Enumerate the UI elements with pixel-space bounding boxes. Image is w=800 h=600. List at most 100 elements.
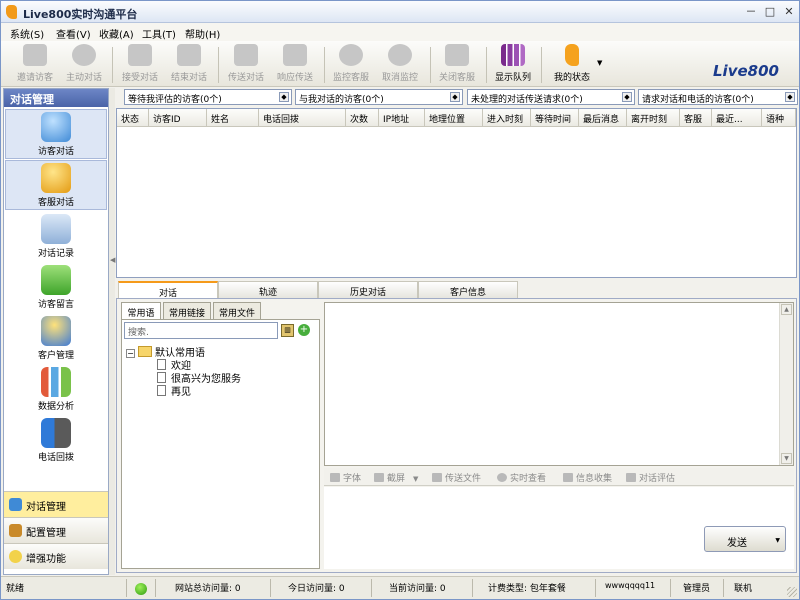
- maximize-button[interactable]: □: [763, 5, 777, 18]
- minimize-button[interactable]: －: [744, 5, 758, 18]
- resize-grip-icon[interactable]: [787, 587, 797, 597]
- menu-system[interactable]: 系统(S): [10, 26, 44, 41]
- collapse-node-icon[interactable]: −: [126, 349, 135, 358]
- col-header-visitor-id[interactable]: 访客ID: [149, 109, 207, 127]
- phrase-search-input[interactable]: 搜索.: [124, 322, 278, 339]
- scroll-down-icon[interactable]: ▼: [781, 453, 792, 464]
- toolbar-separator: [112, 47, 113, 83]
- close-agent-button[interactable]: 关闭客服: [433, 44, 481, 86]
- chat-scrollbar[interactable]: ▲ ▼: [779, 303, 793, 465]
- send-button[interactable]: 发送 ▼: [704, 526, 786, 552]
- dropdown-arrow-icon[interactable]: ◆: [622, 92, 632, 102]
- invite-visitor-button[interactable]: 邀请访客: [11, 44, 59, 86]
- status-separator: [126, 579, 127, 597]
- send-file-button[interactable]: 传送文件: [432, 471, 481, 484]
- filter-chatting-with-me[interactable]: 与我对话的访客(0个) ◆: [295, 89, 463, 105]
- col-header-location[interactable]: 地理位置: [425, 109, 483, 127]
- status-site-visits: 网站总访问量: 0: [175, 584, 241, 594]
- chat-transcript[interactable]: ▲ ▼: [324, 302, 794, 466]
- col-header-callback[interactable]: 电话回拨: [259, 109, 346, 127]
- cross-icon: [177, 44, 201, 66]
- col-header-language[interactable]: 语种: [762, 109, 796, 127]
- nav-visitor-message[interactable]: 访客留言: [5, 263, 107, 313]
- cancel-monitor-button[interactable]: 取消监控: [376, 44, 424, 86]
- footer-enhanced-features[interactable]: 增强功能: [4, 543, 108, 569]
- col-header-last-message[interactable]: 最后消息: [579, 109, 627, 127]
- footer-chat-management[interactable]: 对话管理: [4, 491, 108, 517]
- my-status-dropdown-icon[interactable]: ▼: [597, 59, 602, 67]
- status-ready: 就绪: [6, 584, 25, 594]
- nav-data-analysis[interactable]: 数据分析: [5, 365, 107, 415]
- filter-pending-transfers[interactable]: 未处理的对话传送请求(0个) ◆: [467, 89, 635, 105]
- app-window: Live800实时沟通平台 － □ ✕ 系统(S) 查看(V) 收藏(A) 工具…: [0, 0, 800, 600]
- filter-icon[interactable]: ▥: [281, 324, 294, 337]
- menu-help[interactable]: 帮助(H): [185, 26, 220, 41]
- nav-customer-management[interactable]: 客户管理: [5, 314, 107, 364]
- panel-splitter[interactable]: ◀: [109, 88, 115, 575]
- info-collect-button[interactable]: 信息收集: [563, 471, 612, 484]
- col-header-wait-time[interactable]: 等待时间: [531, 109, 579, 127]
- nav-panel-footer: 对话管理 配置管理 增强功能: [4, 491, 108, 569]
- col-header-status[interactable]: 状态: [117, 109, 149, 127]
- dropdown-arrow-icon[interactable]: ◆: [279, 92, 289, 102]
- status-separator: [472, 579, 473, 597]
- filter-requesting-callback[interactable]: 请求对话和电话的访客(0个) ◆: [638, 89, 798, 105]
- status-today-visits: 今日访问量: 0: [288, 584, 345, 594]
- menu-favorites[interactable]: 收藏(A): [99, 26, 134, 41]
- scroll-up-icon[interactable]: ▲: [781, 304, 792, 315]
- nav-agent-chat[interactable]: 客服对话: [5, 160, 107, 210]
- chat-evaluation-button[interactable]: 对话评估: [626, 471, 675, 484]
- tab-chat[interactable]: 对话: [118, 281, 218, 299]
- menu-view[interactable]: 查看(V): [56, 26, 91, 41]
- visitor-table: 状态 访客ID 姓名 电话回拨 次数 IP地址 地理位置 进入时刻 等待时间 最…: [116, 108, 797, 278]
- phone-callback-icon: [41, 418, 71, 448]
- respond-transfer-button[interactable]: 响应传送: [271, 44, 319, 86]
- nav-chat-log[interactable]: 对话记录: [5, 212, 107, 262]
- chat-log-icon: [41, 214, 71, 244]
- screenshot-icon: [374, 473, 384, 482]
- footer-config-management[interactable]: 配置管理: [4, 517, 108, 543]
- tab-customer-info[interactable]: 客户信息: [418, 281, 518, 298]
- dropdown-arrow-icon[interactable]: ◆: [450, 92, 460, 102]
- col-header-name[interactable]: 姓名: [207, 109, 259, 127]
- nav-visitor-chat[interactable]: 访客对话: [5, 109, 107, 159]
- my-status-button[interactable]: 我的状态: [544, 44, 600, 86]
- collapse-arrow-icon[interactable]: ◀: [110, 256, 115, 264]
- col-header-count[interactable]: 次数: [346, 109, 379, 127]
- add-phrase-icon[interactable]: +: [298, 324, 310, 336]
- col-header-entry-time[interactable]: 进入时刻: [483, 109, 531, 127]
- toolbar-separator: [324, 47, 325, 83]
- end-chat-button[interactable]: 结束对话: [165, 44, 213, 86]
- tree-phrase-item[interactable]: 再见: [157, 383, 191, 398]
- screenshot-dropdown-icon[interactable]: ▼: [413, 475, 418, 483]
- live-view-button[interactable]: 实时查看: [497, 471, 546, 484]
- accept-chat-button[interactable]: 接受对话: [116, 44, 164, 86]
- subtab-phrases[interactable]: 常用语: [121, 302, 161, 319]
- status-current-visits: 当前访问量: 0: [389, 584, 446, 594]
- agent-off-icon: [445, 44, 469, 66]
- dropdown-arrow-icon[interactable]: ◆: [785, 92, 795, 102]
- tab-track[interactable]: 轨迹: [218, 281, 318, 298]
- tab-history[interactable]: 历史对话: [318, 281, 418, 298]
- subtab-links[interactable]: 常用链接: [163, 302, 211, 319]
- transfer-chat-button[interactable]: 传送对话: [222, 44, 270, 86]
- col-header-ip[interactable]: IP地址: [379, 109, 425, 127]
- col-header-agent[interactable]: 客服: [680, 109, 712, 127]
- toolbar-separator: [486, 47, 487, 83]
- font-button[interactable]: 字体: [330, 471, 361, 484]
- nav-phone-callback[interactable]: 电话回拨: [5, 416, 107, 466]
- close-button[interactable]: ✕: [782, 5, 796, 18]
- screenshot-button[interactable]: 截屏 ▼: [374, 471, 418, 484]
- title-bar[interactable]: Live800实时沟通平台 － □ ✕: [1, 1, 799, 23]
- proactive-chat-button[interactable]: 主动对话: [60, 44, 108, 86]
- subtab-files[interactable]: 常用文件: [213, 302, 261, 319]
- monitor-disc-icon: [339, 44, 363, 66]
- monitor-agent-button[interactable]: 监控客服: [327, 44, 375, 86]
- menu-tools[interactable]: 工具(T): [142, 26, 176, 41]
- status-bar: 就绪 网站总访问量: 0 今日访问量: 0 当前访问量: 0 计费类型: 包年套…: [1, 576, 799, 599]
- filter-awaiting-evaluation[interactable]: 等待我评估的访客(0个) ◆: [124, 89, 292, 105]
- col-header-leave-time[interactable]: 离开时刻: [627, 109, 680, 127]
- col-header-recent[interactable]: 最近...: [712, 109, 762, 127]
- send-options-dropdown-icon[interactable]: ▼: [775, 537, 780, 544]
- show-queue-button[interactable]: 显示队列: [489, 44, 537, 86]
